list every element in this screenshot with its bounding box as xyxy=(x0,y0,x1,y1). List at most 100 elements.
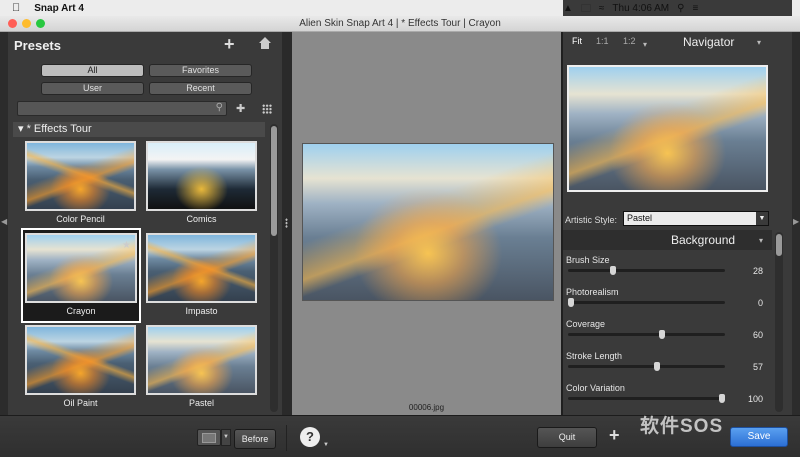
zoom-dropdown-icon[interactable]: ▾ xyxy=(643,40,647,49)
filter-recent-button[interactable]: Recent xyxy=(149,82,252,95)
slider-label: Stroke Length xyxy=(566,351,623,361)
navigator-preview[interactable] xyxy=(567,65,768,192)
artistic-style-value: Pastel xyxy=(627,213,653,223)
app-menu[interactable]: Snap Art 4 xyxy=(34,3,84,14)
preset-label: Color Pencil xyxy=(56,214,105,224)
splitter-grip-icon xyxy=(285,218,288,228)
filter-user-button[interactable]: User xyxy=(41,82,144,95)
zoom-window-button[interactable] xyxy=(36,19,45,28)
preset-color-pencil[interactable]: Color Pencil xyxy=(23,138,138,228)
before-button[interactable]: Before xyxy=(234,429,276,449)
right-panel-toggle[interactable]: ▶ xyxy=(792,32,800,415)
slider-handle[interactable] xyxy=(719,394,725,403)
slider-value: 60 xyxy=(752,330,763,340)
slider-track[interactable] xyxy=(568,266,725,275)
settings-panel: Fit 1:1 1:2 ▾ Navigator ▾ Artistic Style… xyxy=(563,32,792,415)
search-icon[interactable]: ⚲ xyxy=(677,3,684,14)
preset-impasto[interactable]: Impasto xyxy=(144,230,259,320)
display-icon[interactable] xyxy=(580,4,591,12)
left-arrow-icon: ◀ xyxy=(1,217,8,226)
window-titlebar: Alien Skin Snap Art 4 | * Effects Tour |… xyxy=(0,16,800,32)
slider-track[interactable] xyxy=(568,362,725,371)
menu-list-icon[interactable]: ≡ xyxy=(692,3,698,14)
slider-track[interactable] xyxy=(568,298,725,307)
collapse-all-icon[interactable]: ✚ xyxy=(236,102,245,115)
slider-value: 100 xyxy=(747,394,763,404)
left-splitter[interactable] xyxy=(282,32,292,415)
preset-label: Impasto xyxy=(185,306,218,316)
help-dropdown-icon[interactable]: ▼ xyxy=(323,442,329,448)
add-icon[interactable]: + xyxy=(609,425,620,446)
toolbar-divider xyxy=(286,425,287,451)
scrollbar-thumb[interactable] xyxy=(271,126,277,236)
preset-search-input[interactable]: ⚲ xyxy=(17,101,227,116)
artistic-style-label: Artistic Style: xyxy=(565,215,618,225)
add-preset-icon[interactable]: + xyxy=(224,34,235,55)
grid-view-icon[interactable] xyxy=(262,104,272,114)
favorite-star-icon[interactable]: ★ xyxy=(122,240,131,251)
menu-bar:  Snap Art 4 ▲ ≈ Thu 4:06 AM ⚲ ≡ xyxy=(0,0,800,16)
save-button[interactable]: Save xyxy=(730,427,788,447)
group-title: * Effects Tour xyxy=(26,123,92,135)
navigator-title: Navigator xyxy=(683,35,735,49)
close-window-button[interactable] xyxy=(8,19,17,28)
quit-button[interactable]: Quit xyxy=(537,427,597,448)
apple-menu-icon[interactable]:  xyxy=(12,2,20,14)
preset-label: Oil Paint xyxy=(63,398,98,408)
right-arrow-icon: ▶ xyxy=(793,217,800,226)
preset-thumbnail xyxy=(25,325,136,395)
slider-track[interactable] xyxy=(568,330,725,339)
artistic-style-select[interactable]: Pastel ▼ xyxy=(623,211,769,226)
home-icon[interactable] xyxy=(259,37,271,49)
clock[interactable]: Thu 4:06 AM xyxy=(612,3,669,14)
preset-group-header[interactable]: ▾ * Effects Tour xyxy=(13,122,265,137)
slider-handle[interactable] xyxy=(654,362,660,371)
settings-scrollbar[interactable] xyxy=(775,232,783,412)
preset-thumbnail xyxy=(146,141,257,211)
slider-handle[interactable] xyxy=(610,266,616,275)
preset-thumbnail xyxy=(146,325,257,395)
zoom-fit-button[interactable]: Fit xyxy=(572,36,582,46)
preset-thumbnail: ★ xyxy=(25,233,137,303)
presets-scrollbar[interactable] xyxy=(270,124,278,412)
preset-thumbnail xyxy=(146,233,257,303)
help-button[interactable]: ? xyxy=(300,427,320,447)
preview-image[interactable] xyxy=(302,143,554,301)
preset-label: Crayon xyxy=(66,306,96,316)
slider-track[interactable] xyxy=(568,394,725,403)
filter-all-button[interactable]: All xyxy=(41,64,144,77)
presets-title: Presets xyxy=(14,38,61,53)
slider-label: Coverage xyxy=(566,319,606,329)
scrollbar-thumb[interactable] xyxy=(776,234,782,256)
swatch-dropdown-icon[interactable]: ▼ xyxy=(221,429,231,446)
search-icon: ⚲ xyxy=(215,102,223,113)
chevron-down-icon: ▼ xyxy=(756,212,768,225)
left-panel-toggle[interactable]: ◀ xyxy=(0,32,8,415)
preset-comics[interactable]: Comics xyxy=(144,138,259,228)
slider-handle[interactable] xyxy=(568,298,574,307)
filter-favorites-button[interactable]: Favorites xyxy=(149,64,252,77)
background-section-header[interactable]: Background ▾ xyxy=(563,230,772,250)
minimize-window-button[interactable] xyxy=(22,19,31,28)
slider-label: Photorealism xyxy=(566,287,619,297)
preset-crayon[interactable]: ★ Crayon xyxy=(21,228,141,323)
window-title: Alien Skin Snap Art 4 | * Effects Tour |… xyxy=(299,18,501,29)
presets-panel: Presets + All Favorites User Recent ⚲ ✚ … xyxy=(8,32,282,415)
navigator-collapse-icon[interactable]: ▾ xyxy=(757,38,761,47)
section-collapse-icon[interactable]: ▾ xyxy=(759,236,763,245)
image-filename: 00006.jpg xyxy=(408,403,445,412)
preset-oil-paint[interactable]: Oil Paint xyxy=(23,322,138,412)
preset-thumbnail xyxy=(25,141,136,211)
slider-value: 28 xyxy=(752,266,763,276)
zoom-1-2-button[interactable]: 1:2 xyxy=(623,36,636,46)
slider-handle[interactable] xyxy=(659,330,665,339)
zoom-1-1-button[interactable]: 1:1 xyxy=(596,36,609,46)
preset-label: Comics xyxy=(186,214,217,224)
group-disclosure-icon: ▾ xyxy=(18,123,24,135)
preset-pastel[interactable]: Pastel xyxy=(144,322,259,412)
upload-status-icon[interactable]: ▲ xyxy=(563,3,573,14)
wifi-icon[interactable]: ≈ xyxy=(599,3,605,14)
slider-value: 57 xyxy=(752,362,763,372)
swatch-color xyxy=(202,433,216,443)
background-color-swatch[interactable] xyxy=(197,429,221,446)
